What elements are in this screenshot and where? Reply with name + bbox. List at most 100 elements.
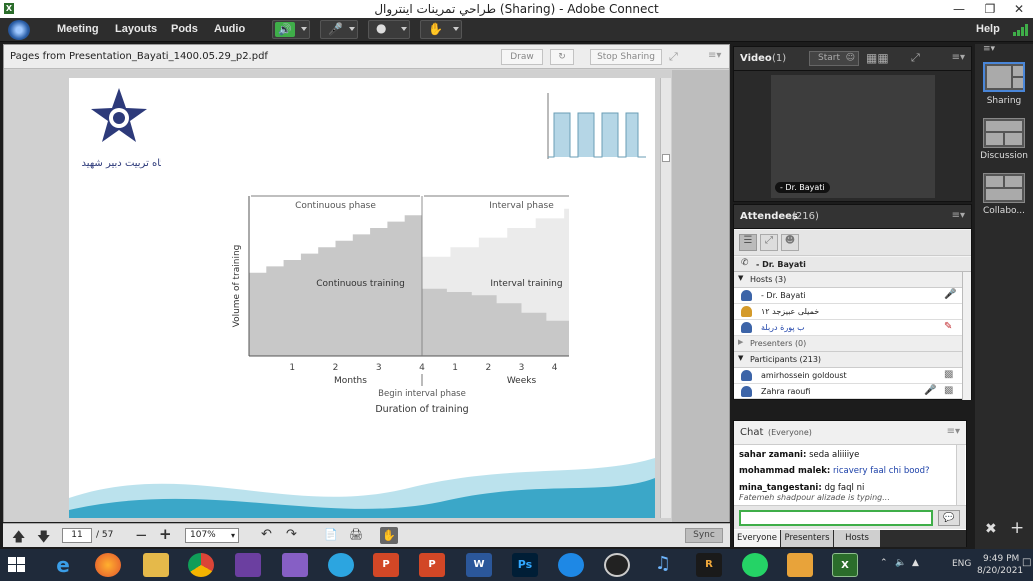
webcam-button[interactable]: ●: [368, 20, 410, 39]
attendee-row[interactable]: خمیلی عبیزجد ۱۲: [734, 304, 962, 320]
chat-pod: Chat (Everyone) ≡▾ sahar zamani: seda al…: [733, 420, 967, 547]
menu-pods[interactable]: Pods: [171, 23, 198, 35]
fullscreen-video-icon[interactable]: ⤢: [911, 51, 920, 65]
attendee-row[interactable]: ب پورة دربلة ✎: [734, 320, 962, 336]
video-options-icon[interactable]: ≡▾: [952, 52, 965, 63]
volume-icon[interactable]: 🔈: [895, 558, 906, 568]
microphone-button[interactable]: 🎤: [320, 20, 358, 39]
layout-collaboration-label[interactable]: Collabo...: [975, 206, 1033, 216]
layout-discussion-thumb[interactable]: [983, 118, 1025, 148]
layout-sharing-label[interactable]: Sharing: [975, 96, 1033, 106]
month-tick-label: 1: [289, 363, 295, 373]
microphone-icon: 🎤: [944, 289, 957, 300]
tab-everyone[interactable]: Everyone: [734, 530, 780, 547]
photoshop-icon[interactable]: Ps: [512, 553, 538, 577]
app-icon[interactable]: [235, 553, 261, 577]
presenters-group[interactable]: ▶ Presenters (0): [734, 336, 962, 352]
close-button[interactable]: ✕: [1004, 0, 1033, 18]
attendee-row[interactable]: - Dr. Bayati 🎤: [734, 288, 962, 304]
windows-taskbar: e P P W Ps ♫ R X ⌃ 🔈 ▲ ENG 9:49 PM 8/20/…: [0, 549, 1033, 581]
maximize-button[interactable]: ❐: [975, 0, 1005, 18]
minimize-button[interactable]: —: [944, 0, 974, 18]
speaker-button[interactable]: 🔊: [272, 20, 310, 39]
layout-sharing-thumb[interactable]: [983, 62, 1025, 92]
app-icon[interactable]: R: [696, 553, 722, 577]
undo-icon[interactable]: ↶: [261, 527, 272, 542]
draw-button[interactable]: Draw: [501, 49, 543, 65]
sync-view-button[interactable]: ↻: [550, 49, 574, 65]
redo-icon[interactable]: ↷: [286, 527, 297, 542]
arrow-down-icon[interactable]: 🡇: [37, 528, 50, 550]
print-icon[interactable]: 🖨: [349, 528, 363, 541]
layouts-menu-icon[interactable]: ≡▾: [983, 44, 995, 54]
music-icon[interactable]: ♫: [650, 553, 676, 577]
clock-time[interactable]: 9:49 PM: [983, 554, 1019, 564]
adobe-connect-taskbar-icon[interactable]: X: [832, 553, 858, 577]
internet-explorer-icon[interactable]: e: [50, 553, 76, 577]
grid-view-icon[interactable]: ▦▦: [866, 51, 889, 65]
sync-button[interactable]: Sync: [685, 528, 723, 543]
attendee-name: Zahra raoufi: [761, 387, 811, 396]
chrome-icon[interactable]: [188, 553, 214, 577]
status-view-icon[interactable]: ☻: [781, 234, 799, 251]
fullscreen-icon[interactable]: ⤢: [669, 50, 678, 64]
attendees-scrollbar[interactable]: [962, 272, 971, 400]
list-view-icon[interactable]: ☰: [739, 234, 757, 251]
tab-hosts[interactable]: Hosts: [834, 530, 880, 547]
slide-vertical-scrollbar[interactable]: [660, 78, 671, 518]
status-icon: ▩: [944, 369, 954, 380]
document-icon[interactable]: 📄: [324, 528, 338, 541]
tray-chevron-icon[interactable]: ⌃: [880, 558, 888, 568]
participants-group[interactable]: ▼ Participants (213): [734, 352, 962, 368]
stop-sharing-button[interactable]: Stop Sharing: [590, 49, 662, 65]
attendee-name: - Dr. Bayati: [761, 291, 806, 300]
attendee-row[interactable]: amirhossein goldoust ▩: [734, 368, 962, 384]
breakout-icon[interactable]: ⤢: [760, 234, 778, 251]
pod-options-icon[interactable]: ≡▾: [708, 50, 721, 61]
clock-date[interactable]: 8/20/2021: [977, 566, 1023, 576]
telegram-icon[interactable]: [328, 553, 354, 577]
zoom-out-icon[interactable]: −: [135, 526, 148, 544]
attendee-row[interactable]: Zahra raoufi 🎤 ▩: [734, 384, 962, 399]
language-indicator[interactable]: ENG: [952, 559, 971, 569]
arrow-up-icon[interactable]: 🡅: [12, 528, 25, 550]
hosts-group[interactable]: ▼ Hosts (3): [734, 272, 962, 288]
raise-hand-button[interactable]: ✋: [420, 20, 462, 39]
chat-options-icon[interactable]: ≡▾: [947, 426, 960, 437]
presentation-icon[interactable]: P: [373, 553, 399, 577]
word-icon[interactable]: W: [466, 553, 492, 577]
zoom-select[interactable]: 107% ▾: [185, 528, 239, 543]
app-icon[interactable]: [604, 553, 630, 577]
attendees-pod-title: Attendees: [740, 211, 798, 222]
send-message-icon[interactable]: 💬: [938, 510, 960, 526]
scroll-thumb[interactable]: [662, 154, 670, 162]
layout-collaboration-thumb[interactable]: [983, 173, 1025, 203]
start-webcam-button[interactable]: Start ☺: [809, 51, 859, 66]
attendees-options-icon[interactable]: ≡▾: [952, 210, 965, 221]
network-icon[interactable]: ▲: [912, 558, 919, 568]
notifications-icon[interactable]: □: [1022, 557, 1031, 568]
menu-help[interactable]: Help: [976, 23, 1000, 35]
app-icon[interactable]: [558, 553, 584, 577]
media-player-icon[interactable]: [787, 553, 813, 577]
tab-presenters[interactable]: Presenters: [781, 530, 833, 547]
add-layout-icon[interactable]: +: [1010, 518, 1024, 538]
menu-audio[interactable]: Audio: [214, 23, 245, 35]
tools-icon[interactable]: ✖: [985, 521, 997, 537]
page-number-input[interactable]: 11: [62, 528, 92, 543]
microphone-icon: 🎤: [924, 385, 937, 396]
layout-discussion-label[interactable]: Discussion: [975, 151, 1033, 161]
firefox-icon[interactable]: [95, 553, 121, 577]
zoom-in-icon[interactable]: +: [159, 525, 172, 543]
microphone-icon: 🎤: [328, 22, 343, 36]
menu-layouts[interactable]: Layouts: [115, 23, 157, 35]
chat-input[interactable]: [739, 510, 933, 526]
hand-tool-icon[interactable]: ✋: [380, 527, 398, 544]
powerpoint-icon[interactable]: P: [419, 553, 445, 577]
menu-meeting[interactable]: Meeting: [57, 23, 99, 35]
windows-start-icon[interactable]: [8, 557, 26, 573]
chat-scrollbar[interactable]: [956, 445, 965, 505]
whatsapp-icon[interactable]: [742, 553, 768, 577]
visual-studio-icon[interactable]: [282, 553, 308, 577]
file-explorer-icon[interactable]: [143, 553, 169, 577]
